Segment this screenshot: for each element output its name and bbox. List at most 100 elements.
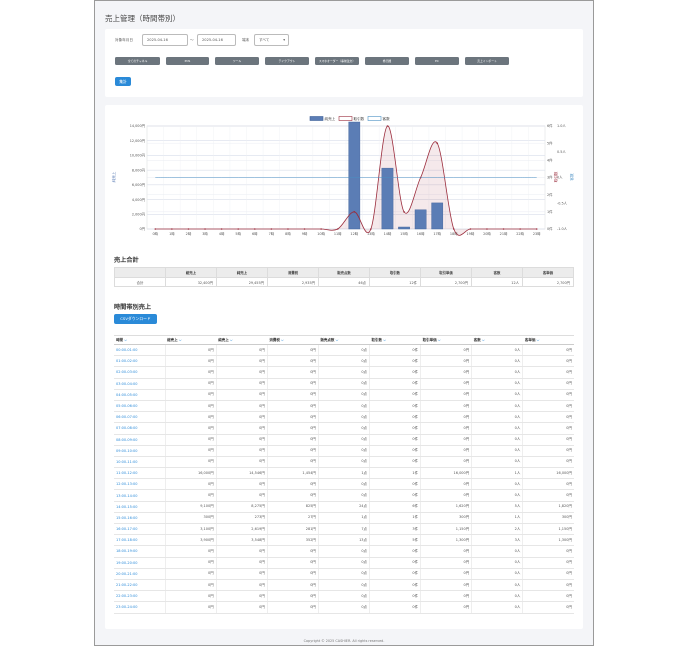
table-cell: 1人 xyxy=(471,512,523,525)
table-cell: 0円 xyxy=(266,411,319,424)
table-cell: 0円 xyxy=(420,545,472,558)
channel-chip[interactable]: POS xyxy=(166,57,209,65)
hour-link[interactable]: 13:00-14:00 xyxy=(114,489,166,502)
sort-chevron-icon[interactable]: ⌵ xyxy=(178,338,182,342)
x-tick-label: 15時 xyxy=(400,231,408,236)
store-select[interactable]: すべて ▾ xyxy=(254,34,289,46)
hourly-header-cell[interactable]: 客数 ⌵ xyxy=(471,335,523,345)
transactions-point xyxy=(320,228,322,230)
hour-link[interactable]: 07:00-08:00 xyxy=(114,422,166,435)
transactions-point xyxy=(287,228,289,230)
table-cell: 3,548円 xyxy=(215,534,268,547)
table-cell: 0人 xyxy=(471,579,523,592)
hour-link[interactable]: 22:00-23:00 xyxy=(114,590,166,603)
hour-link[interactable]: 21:00-22:00 xyxy=(114,579,166,592)
date-from-input[interactable]: 2025-04-16 xyxy=(142,34,188,46)
channel-chip[interactable]: 全てのチャネル xyxy=(115,57,160,65)
channel-chip[interactable]: ツール xyxy=(215,57,259,65)
table-cell: 1点 xyxy=(317,512,370,525)
table-row: 20:00-21:00 0円 0円 0円 0点 0件 0円 0人 0円 xyxy=(114,568,574,580)
table-cell: 27円 xyxy=(266,512,319,525)
hourly-header-cell[interactable]: 消費税 ⌵ xyxy=(267,335,319,345)
channel-chip[interactable]: 売上インポート xyxy=(465,57,509,65)
table-cell: 0円 xyxy=(164,557,217,569)
hourly-header-cell[interactable]: 客単価 ⌵ xyxy=(522,335,574,345)
hourly-header-cell[interactable]: 時間 ⌵ xyxy=(114,335,166,345)
hour-link[interactable]: 16:00-17:00 xyxy=(114,523,166,536)
hour-link[interactable]: 03:00-04:00 xyxy=(114,378,166,390)
table-cell: 0円 xyxy=(522,489,574,502)
sales-bar xyxy=(348,121,361,230)
table-cell: 0円 xyxy=(522,478,574,491)
table-cell: 0件 xyxy=(369,568,421,580)
hourly-header-cell[interactable]: 総売上 ⌵ xyxy=(165,335,217,345)
hour-link[interactable]: 00:00-01:00 xyxy=(114,344,166,357)
sort-chevron-icon[interactable]: ⌵ xyxy=(280,338,284,342)
summary-cell: 12件 xyxy=(369,277,421,287)
hourly-header-label: 時間 xyxy=(116,337,123,342)
y-right2-tick-label: 1.0人 xyxy=(557,123,566,128)
hour-link[interactable]: 18:00-19:00 xyxy=(114,545,166,558)
table-cell: 0件 xyxy=(369,366,421,379)
table-cell: 16,000円 xyxy=(420,467,472,480)
table-cell: 0円 xyxy=(266,378,319,390)
summary-header-cell xyxy=(114,267,166,278)
hour-link[interactable]: 11:00-12:00 xyxy=(114,467,166,480)
table-cell: 0円 xyxy=(164,456,217,469)
csv-download-button[interactable]: CSVダウンロード xyxy=(114,314,157,324)
hour-link[interactable]: 04:00-05:00 xyxy=(114,389,166,401)
hour-link[interactable]: 14:00-15:00 xyxy=(114,501,166,513)
table-cell: 0円 xyxy=(164,601,217,614)
y-left-tick-label: 0円 xyxy=(139,227,145,231)
sort-chevron-icon[interactable]: ⌵ xyxy=(382,338,386,342)
hourly-header-cell[interactable]: 取引単価 ⌵ xyxy=(420,335,472,345)
hour-link[interactable]: 10:00-11:00 xyxy=(114,456,166,469)
y-right-tick-label: 2件 xyxy=(547,192,553,197)
hourly-header-cell[interactable]: 純売上 ⌵ xyxy=(216,335,268,345)
channel-chip[interactable]: スマホオーダー（事前注文） xyxy=(315,57,359,65)
sort-chevron-icon[interactable]: ⌵ xyxy=(123,338,127,342)
hour-link[interactable]: 23:00-24:00 xyxy=(114,601,166,614)
hour-link[interactable]: 01:00-02:00 xyxy=(114,355,166,368)
hourly-title: 時間帯別売上 xyxy=(114,304,152,311)
hourly-header-cell[interactable]: 販売点数 ⌵ xyxy=(318,335,370,345)
hour-link[interactable]: 09:00-10:00 xyxy=(114,445,166,457)
hour-link[interactable]: 02:00-03:00 xyxy=(114,366,166,379)
aggregate-button[interactable]: 集計 xyxy=(115,77,131,86)
sort-chevron-icon[interactable]: ⌵ xyxy=(535,338,540,342)
table-cell: 0人 xyxy=(471,590,523,603)
hour-link[interactable]: 08:00-09:00 xyxy=(114,434,166,446)
table-row: 19:00-20:00 0円 0円 0円 0点 0件 0円 0人 0円 xyxy=(114,557,574,569)
table-cell: 0円 xyxy=(266,456,319,469)
hour-link[interactable]: 05:00-06:00 xyxy=(114,400,166,413)
summary-header-row: 総売上 純売上 消費税 販売点数 取引数 取引単価 客数 客単価 xyxy=(114,267,574,278)
hour-link[interactable]: 06:00-07:00 xyxy=(114,411,166,424)
sort-chevron-icon[interactable]: ⌵ xyxy=(229,338,233,342)
table-cell: 300円 xyxy=(522,512,574,525)
table-row: 08:00-09:00 0円 0円 0円 0点 0件 0円 0人 0円 xyxy=(114,434,574,446)
sort-chevron-icon[interactable]: ⌵ xyxy=(334,338,339,342)
table-row: 07:00-08:00 0円 0円 0円 0点 0件 0円 0人 0円 xyxy=(114,422,574,435)
channel-chip[interactable]: 券売機 xyxy=(365,57,409,65)
hour-link[interactable]: 17:00-18:00 xyxy=(114,534,166,547)
x-tick-label: 12時 xyxy=(350,231,358,236)
date-to-input[interactable]: 2025-04-16 xyxy=(197,34,236,46)
table-cell: 1,620円 xyxy=(420,501,472,513)
sort-chevron-icon[interactable]: ⌵ xyxy=(481,338,485,342)
hourly-header-cell[interactable]: 取引数 ⌵ xyxy=(369,335,421,345)
date-separator: 〜 xyxy=(190,38,194,42)
hour-link[interactable]: 19:00-20:00 xyxy=(114,557,166,569)
hour-link[interactable]: 20:00-21:00 xyxy=(114,568,166,580)
hour-link[interactable]: 12:00-13:00 xyxy=(114,478,166,491)
channel-chip[interactable]: テイクアウト xyxy=(265,57,309,65)
table-cell: 24点 xyxy=(317,501,370,513)
table-row: 12:00-13:00 0円 0円 0円 0点 0件 0円 0人 0円 xyxy=(114,478,574,491)
sort-chevron-icon[interactable]: ⌵ xyxy=(437,338,441,342)
footer-copyright: Copyright © 2025 CASHIER. All rights res… xyxy=(303,639,385,643)
hour-link[interactable]: 15:00-16:00 xyxy=(114,512,166,525)
table-cell: 16,000円 xyxy=(522,467,574,480)
table-cell: 0円 xyxy=(522,378,574,390)
channel-chip[interactable]: EC xyxy=(415,57,459,65)
hourly-header-label: 客数 xyxy=(473,337,481,342)
table-cell: 0円 xyxy=(215,545,268,558)
